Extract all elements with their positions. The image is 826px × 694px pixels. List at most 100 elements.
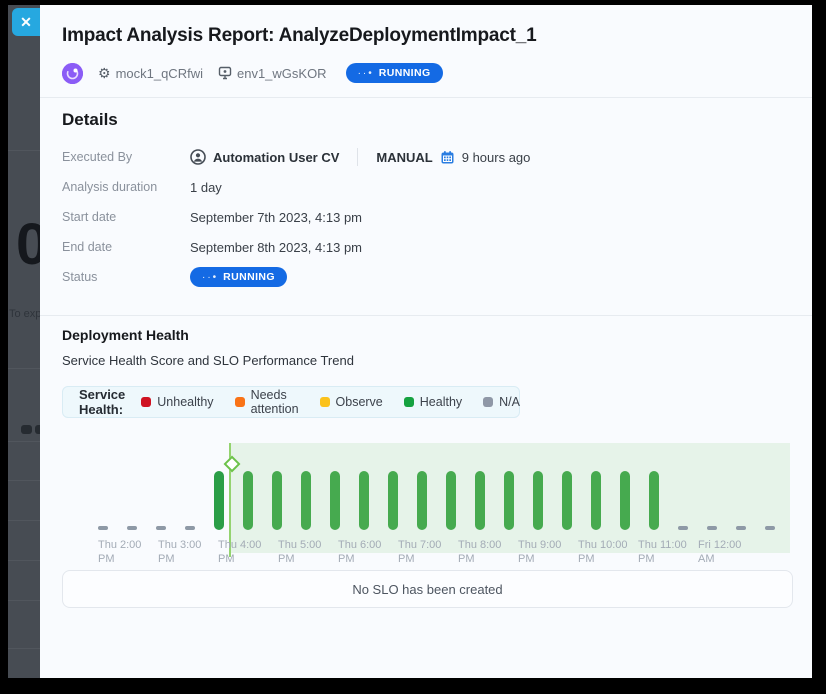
health-bar-healthy bbox=[214, 471, 224, 530]
legend-swatch-icon bbox=[404, 397, 414, 407]
close-icon: ✕ bbox=[20, 14, 32, 31]
legend-label: Needs attention bbox=[251, 388, 299, 416]
executed-time: 9 hours ago bbox=[462, 150, 531, 165]
report-meta-row: ⚙ mock1_qCRfwi env1_wGsKOR ··• RUNNING bbox=[62, 61, 443, 85]
detail-row-duration: Analysis duration 1 day bbox=[62, 177, 222, 197]
health-dot-na bbox=[127, 526, 137, 530]
legend-swatch-icon bbox=[141, 397, 151, 407]
legend-label: Observe bbox=[336, 395, 383, 409]
x-axis-tick-label: Thu 3:00PM bbox=[158, 538, 201, 566]
x-axis-tick-label: Thu 11:00PM bbox=[638, 538, 687, 566]
calendar-icon bbox=[440, 150, 455, 165]
health-bar-healthy bbox=[330, 471, 340, 530]
background-partial-number: 0 bbox=[16, 211, 40, 278]
health-dot-na bbox=[765, 526, 775, 530]
environment-link[interactable]: env1_wGsKOR bbox=[218, 66, 327, 81]
health-bar-healthy bbox=[562, 471, 572, 530]
trigger-type: MANUAL bbox=[376, 150, 432, 165]
health-dot-na bbox=[185, 526, 195, 530]
detail-value: Automation User CV MANUAL 9 hours ago bbox=[190, 148, 530, 166]
legend-swatch-icon bbox=[320, 397, 330, 407]
legend-swatch-icon bbox=[235, 397, 245, 407]
detail-row-executed-by: Executed By Automation User CV MANUAL bbox=[62, 147, 530, 167]
legend-item: N/A bbox=[483, 395, 520, 409]
health-dot-na bbox=[678, 526, 688, 530]
health-bar-healthy bbox=[272, 471, 282, 530]
legend-label: N/A bbox=[499, 395, 520, 409]
x-axis-tick-label: Thu 10:00PM bbox=[578, 538, 628, 566]
health-bar-healthy bbox=[388, 471, 398, 530]
status-badge-label: RUNNING bbox=[379, 67, 431, 79]
health-bar-healthy bbox=[446, 471, 456, 530]
vertical-separator bbox=[357, 148, 358, 166]
detail-label: Start date bbox=[62, 210, 190, 224]
background-shape bbox=[21, 425, 32, 434]
detail-label: Executed By bbox=[62, 150, 190, 164]
background-divider bbox=[8, 480, 40, 481]
legend-item: Unhealthy bbox=[141, 395, 213, 409]
health-dot-na bbox=[98, 526, 108, 530]
legend-label: Unhealthy bbox=[157, 395, 213, 409]
health-bar-healthy bbox=[359, 471, 369, 530]
detail-label: End date bbox=[62, 240, 190, 254]
background-divider bbox=[8, 368, 40, 369]
x-axis-tick-label: Thu 4:00PM bbox=[218, 538, 261, 566]
environment-icon bbox=[218, 66, 232, 80]
app-window: 0 To exp ✕ Impact Analysis Report: Analy… bbox=[0, 0, 826, 694]
legend-items: Unhealthy Needs attention Observe Healthy N/… bbox=[141, 388, 520, 416]
detail-row-end-date: End date September 8th 2023, 4:13 pm bbox=[62, 237, 362, 257]
background-divider bbox=[8, 520, 40, 521]
x-axis-tick-label: Thu 6:00PM bbox=[338, 538, 381, 566]
deployment-health-heading: Deployment Health bbox=[62, 327, 189, 343]
x-axis-tick-label: Thu 5:00PM bbox=[278, 538, 321, 566]
legend-item: Needs attention bbox=[235, 388, 299, 416]
detail-row-status: Status ··• RUNNING bbox=[62, 267, 287, 287]
background-divider bbox=[8, 441, 40, 442]
legend-item: Healthy bbox=[404, 395, 462, 409]
legend-title: Service Health: bbox=[79, 387, 125, 417]
x-axis-tick-label: Thu 8:00PM bbox=[458, 538, 501, 566]
background-divider bbox=[8, 600, 40, 601]
health-bar-healthy bbox=[504, 471, 514, 530]
health-bar-healthy bbox=[243, 471, 253, 530]
status-badge-label: RUNNING bbox=[223, 271, 275, 283]
details-heading: Details bbox=[62, 110, 118, 130]
section-divider bbox=[40, 315, 812, 316]
environment-name: env1_wGsKOR bbox=[237, 66, 327, 81]
x-axis-tick-label: Fri 12:00AM bbox=[698, 538, 741, 566]
slo-message: No SLO has been created bbox=[352, 582, 502, 597]
service-avatar-icon bbox=[62, 63, 83, 84]
service-link[interactable]: ⚙ mock1_qCRfwi bbox=[98, 66, 203, 81]
close-button[interactable]: ✕ bbox=[12, 8, 40, 36]
header-divider bbox=[40, 97, 812, 98]
x-axis-tick-label: Thu 7:00PM bbox=[398, 538, 441, 566]
x-axis-tick-label: Thu 2:00PM bbox=[98, 538, 141, 566]
legend-item: Observe bbox=[320, 395, 383, 409]
impact-analysis-drawer: Impact Analysis Report: AnalyzeDeploymen… bbox=[40, 5, 812, 678]
status-badge: ··• RUNNING bbox=[346, 63, 443, 83]
detail-value: September 8th 2023, 4:13 pm bbox=[190, 240, 362, 255]
legend-label: Healthy bbox=[420, 395, 462, 409]
running-dots-icon: ··• bbox=[358, 68, 374, 79]
status-badge: ··• RUNNING bbox=[190, 267, 287, 287]
user-avatar-icon bbox=[190, 149, 206, 165]
health-bar-healthy bbox=[620, 471, 630, 530]
detail-row-start-date: Start date September 7th 2023, 4:13 pm bbox=[62, 207, 362, 227]
health-dot-na bbox=[156, 526, 166, 530]
running-dots-icon: ··• bbox=[202, 272, 218, 283]
deployment-health-subtitle: Service Health Score and SLO Performance… bbox=[62, 353, 354, 368]
dimmed-background: 0 To exp bbox=[8, 5, 40, 678]
detail-value: September 7th 2023, 4:13 pm bbox=[190, 210, 362, 225]
health-bar-healthy bbox=[417, 471, 427, 530]
detail-label: Status bbox=[62, 270, 190, 284]
legend-swatch-icon bbox=[483, 397, 493, 407]
executed-by-user: Automation User CV bbox=[213, 150, 339, 165]
health-trend-chart: Thu 2:00PM Thu 3:00PM Thu 4:00PM Thu 5:00PM… bbox=[62, 430, 795, 570]
background-divider bbox=[8, 150, 40, 151]
background-divider bbox=[8, 560, 40, 561]
page-title: Impact Analysis Report: AnalyzeDeploymen… bbox=[62, 25, 537, 47]
service-health-legend: Service Health: Unhealthy Needs attention… bbox=[62, 386, 520, 418]
service-name: mock1_qCRfwi bbox=[116, 66, 203, 81]
health-bar-healthy bbox=[533, 471, 543, 530]
slo-empty-state: No SLO has been created bbox=[62, 570, 793, 608]
